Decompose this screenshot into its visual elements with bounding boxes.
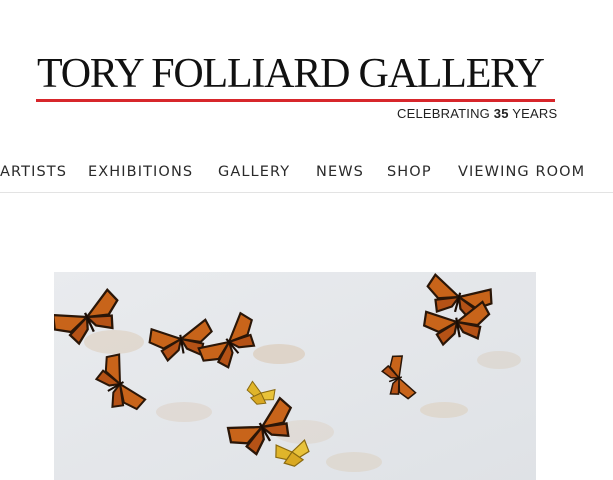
- tagline-number: 35: [493, 106, 509, 121]
- nav-item-shop[interactable]: SHOP: [387, 164, 432, 180]
- nav-item-news[interactable]: NEWS: [316, 164, 364, 180]
- nav-item-viewing-room[interactable]: VIEWING ROOM: [458, 164, 585, 180]
- nav-item-exhibitions[interactable]: EXHIBITIONS: [88, 164, 193, 180]
- gallery-logo[interactable]: TORY FOLLIARD GALLERY: [37, 50, 557, 98]
- logo-red-rule: [36, 99, 555, 102]
- nav-item-artists[interactable]: ARTISTS: [0, 164, 67, 180]
- tagline-suffix: YEARS: [512, 106, 558, 121]
- nav-divider: [0, 192, 613, 193]
- butterfly-painting: [54, 272, 536, 480]
- tagline: CELEBRATING 35 YEARS: [397, 106, 557, 121]
- nav-item-gallery[interactable]: GALLERY: [218, 164, 290, 180]
- artwork-image[interactable]: [54, 272, 536, 480]
- tagline-prefix: CELEBRATING: [397, 106, 490, 121]
